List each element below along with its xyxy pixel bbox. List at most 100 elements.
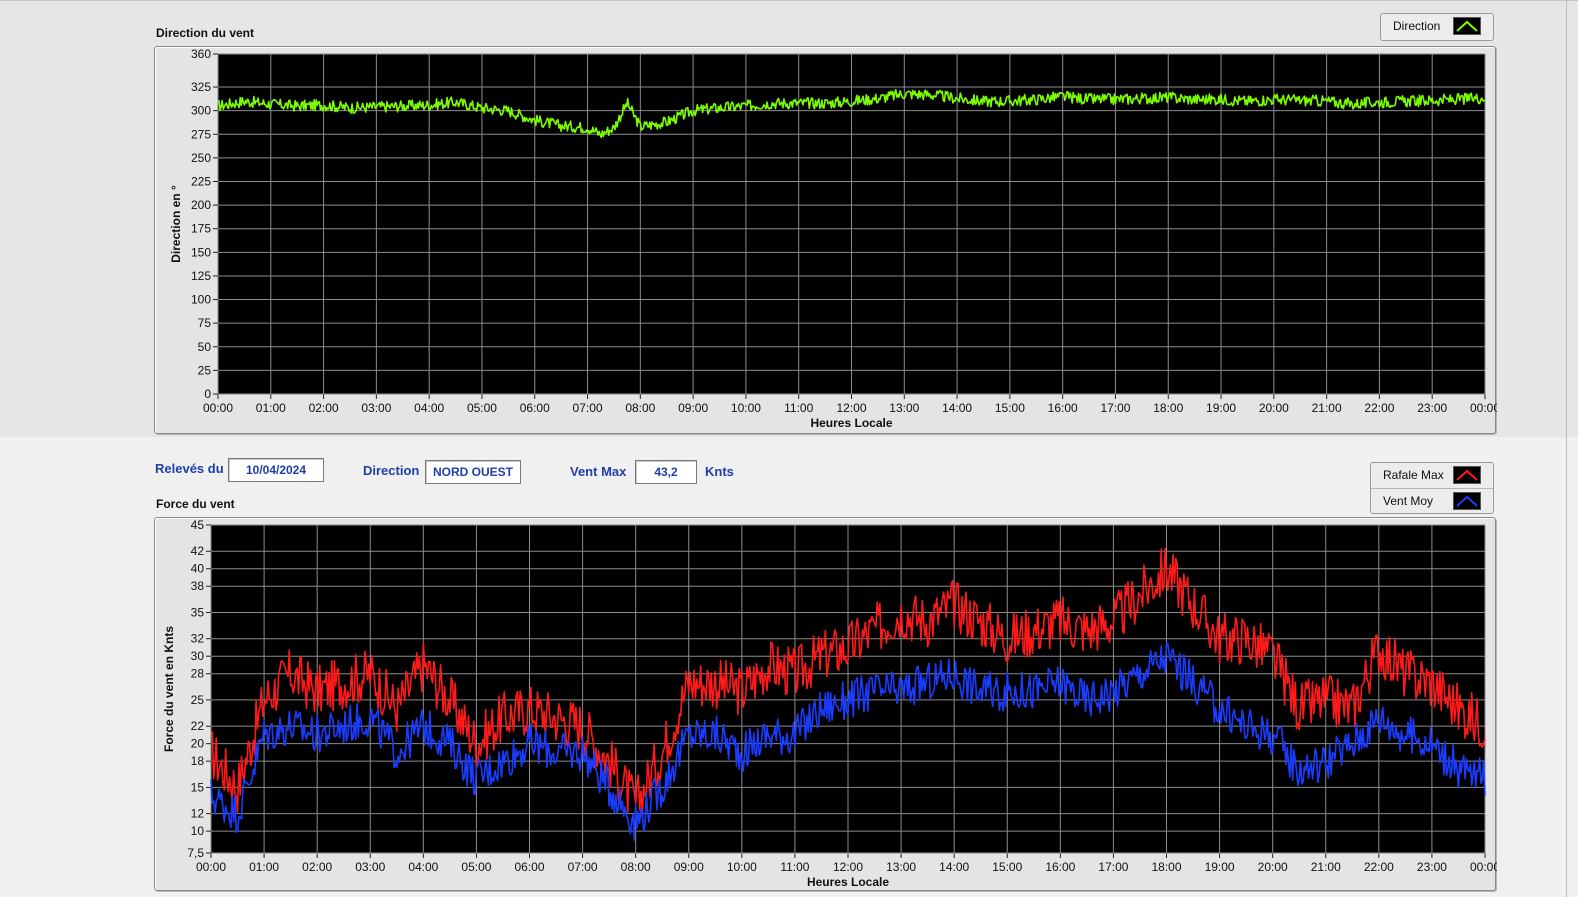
direction-x-tick-label: 12:00 xyxy=(836,401,866,415)
force-y-tick-label: 15 xyxy=(191,780,205,794)
force-y-tick-label: 40 xyxy=(191,562,205,576)
window-edge xyxy=(1566,0,1567,897)
direction-x-tick-label: 04:00 xyxy=(414,401,444,415)
direction-x-tick-label: 01:00 xyxy=(256,401,286,415)
vent-max-field[interactable]: 43,2 xyxy=(635,460,697,484)
direction-field[interactable]: NORD OUEST xyxy=(425,460,521,484)
force-y-tick-label: 22 xyxy=(191,719,205,733)
direction-x-tick-label: 17:00 xyxy=(1100,401,1130,415)
force-x-tick-label: 22:00 xyxy=(1364,860,1394,874)
force-x-tick-label: 04:00 xyxy=(408,860,438,874)
force-x-tick-label: 05:00 xyxy=(461,860,491,874)
direction-x-tick-label: 22:00 xyxy=(1364,401,1394,415)
force-x-tick-label: 17:00 xyxy=(1098,860,1128,874)
force-x-axis-title: Heures Locale xyxy=(807,875,889,889)
force-y-tick-label: 18 xyxy=(191,754,205,768)
direction-x-tick-label: 16:00 xyxy=(1048,401,1078,415)
force-y-tick-label: 42 xyxy=(191,544,205,558)
force-x-tick-label: 11:00 xyxy=(780,860,809,874)
legend-label-rafale-max: Rafale Max xyxy=(1383,468,1444,482)
force-y-tick-label: 35 xyxy=(191,605,205,619)
legend-label-direction: Direction xyxy=(1393,19,1441,33)
force-y-tick-label: 7,5 xyxy=(187,846,204,860)
force-x-tick-label: 23:00 xyxy=(1417,860,1447,874)
direction-x-tick-label: 11:00 xyxy=(784,401,813,415)
direction-y-axis-title: Direction en ° xyxy=(169,185,183,263)
force-y-tick-label: 32 xyxy=(191,632,205,646)
force-x-tick-label: 12:00 xyxy=(833,860,863,874)
force-x-tick-label: 06:00 xyxy=(514,860,544,874)
direction-x-tick-label: 14:00 xyxy=(942,401,972,415)
direction-y-tick-label: 300 xyxy=(191,104,211,118)
direction-y-tick-label: 360 xyxy=(191,47,211,61)
direction-y-tick-label: 200 xyxy=(191,198,211,212)
force-x-tick-label: 10:00 xyxy=(727,860,757,874)
force-y-axis-title: Force du vent en Knts xyxy=(162,626,176,752)
legend-item-direction[interactable]: Direction xyxy=(1381,14,1493,38)
force-chart-title: Force du vent xyxy=(156,497,235,511)
direction-chart-title: Direction du vent xyxy=(156,26,255,40)
direction-x-tick-label: 09:00 xyxy=(678,401,708,415)
force-chart-svg: 00:00 01:00 02:00 03:00 04:00 05:00 06:00 07:00… xyxy=(162,518,1497,889)
force-x-tick-label: 01:00 xyxy=(249,860,279,874)
direction-x-tick-label: 13:00 xyxy=(889,401,919,415)
force-x-tick-label: 20:00 xyxy=(1258,860,1288,874)
force-y-tick-label: 12 xyxy=(191,807,205,821)
force-y-tick-label: 10 xyxy=(191,824,205,838)
direction-x-tick-label: 19:00 xyxy=(1206,401,1236,415)
direction-y-tick-label: 100 xyxy=(191,293,211,307)
force-x-tick-label: 18:00 xyxy=(1151,860,1181,874)
legend-label-vent-moy: Vent Moy xyxy=(1383,494,1434,508)
force-x-tick-label: 03:00 xyxy=(355,860,385,874)
direction-y-tick-label: 125 xyxy=(191,269,211,283)
legend-item-vent-moy[interactable]: Vent Moy xyxy=(1371,488,1493,513)
direction-y-tick-label: 275 xyxy=(191,127,211,141)
direction-chart-svg: 00:00 01:00 02:00 03:00 04:00 05:00 06:00 07:00… xyxy=(169,47,1497,430)
force-x-tick-label: 13:00 xyxy=(886,860,916,874)
force-y-tick-label: 28 xyxy=(191,667,205,681)
force-x-tick-label: 00:00 xyxy=(196,860,226,874)
direction-x-tick-label: 20:00 xyxy=(1259,401,1289,415)
force-x-tick-label: 02:00 xyxy=(302,860,332,874)
direction-y-tick-label: 75 xyxy=(198,316,212,330)
direction-x-tick-label: 07:00 xyxy=(573,401,603,415)
force-y-tick-label: 25 xyxy=(191,693,205,707)
force-y-tick-label: 38 xyxy=(191,579,205,593)
direction-x-tick-label: 21:00 xyxy=(1312,401,1342,415)
direction-x-tick-label: 00:00 xyxy=(203,401,233,415)
direction-y-tick-label: 0 xyxy=(204,387,211,401)
line-swatch-icon xyxy=(1453,492,1481,510)
direction-chart: 00:00 01:00 02:00 03:00 04:00 05:00 06:00 07:00… xyxy=(154,46,1497,434)
unit-label: Knts xyxy=(705,464,734,479)
direction-y-tick-label: 50 xyxy=(198,340,212,354)
legend-item-rafale-max[interactable]: Rafale Max xyxy=(1371,463,1493,487)
force-x-tick-label: 15:00 xyxy=(992,860,1022,874)
direction-x-tick-label: 05:00 xyxy=(467,401,497,415)
force-legend[interactable]: Rafale Max Vent Moy xyxy=(1370,462,1494,514)
force-y-tick-label: 45 xyxy=(191,518,205,532)
direction-x-tick-label: 10:00 xyxy=(731,401,761,415)
force-y-tick-label: 30 xyxy=(191,649,205,663)
force-x-tick-label: 21:00 xyxy=(1311,860,1341,874)
line-swatch-icon xyxy=(1453,17,1481,35)
force-x-tick-label: 07:00 xyxy=(568,860,598,874)
direction-y-tick-label: 225 xyxy=(191,175,211,189)
direction-legend[interactable]: Direction xyxy=(1380,13,1494,41)
date-field[interactable]: 10/04/2024 xyxy=(228,458,324,482)
direction-label: Direction xyxy=(363,463,420,478)
force-chart: 00:00 01:00 02:00 03:00 04:00 05:00 06:00 07:00… xyxy=(154,517,1497,891)
direction-y-tick-label: 150 xyxy=(191,245,211,259)
force-x-tick-label: 16:00 xyxy=(1045,860,1075,874)
date-label: Relevés du xyxy=(155,461,224,476)
direction-x-tick-label: 00:00 xyxy=(1470,401,1497,415)
direction-x-tick-label: 02:00 xyxy=(309,401,339,415)
force-x-tick-label: 08:00 xyxy=(621,860,651,874)
force-x-tick-label: 14:00 xyxy=(939,860,969,874)
force-x-tick-label: 00:00 xyxy=(1470,860,1497,874)
direction-y-tick-label: 175 xyxy=(191,222,211,236)
direction-x-tick-label: 06:00 xyxy=(520,401,550,415)
direction-y-tick-label: 25 xyxy=(198,363,212,377)
direction-x-tick-label: 03:00 xyxy=(361,401,391,415)
direction-x-tick-label: 23:00 xyxy=(1417,401,1447,415)
force-x-tick-label: 09:00 xyxy=(674,860,704,874)
